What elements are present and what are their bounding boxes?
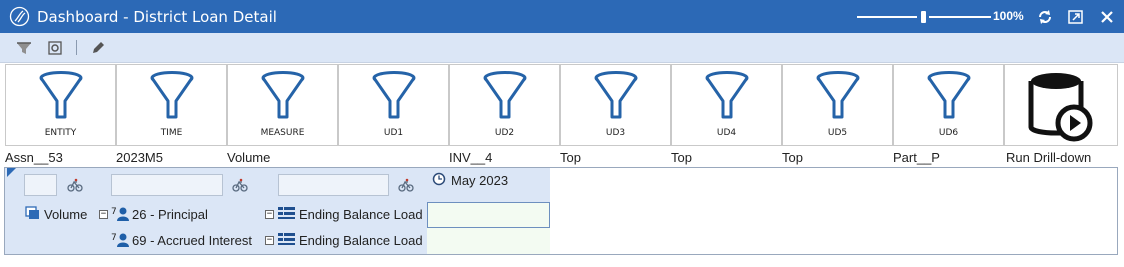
- filter-label: MEASURE: [260, 128, 305, 138]
- entity-column-filter[interactable]: [111, 174, 223, 196]
- filter-bar: ENTITY TIME MEASURE UD1 UD2 UD3 UD4 UD5 …: [5, 64, 1118, 146]
- funnel-icon: [927, 71, 970, 119]
- measure-icon: [25, 206, 39, 219]
- filter-value-measure: Volume: [227, 150, 271, 165]
- filter-value-ud2: INV__4: [449, 150, 493, 165]
- account-icon: [278, 207, 295, 219]
- drill-icon[interactable]: [67, 178, 83, 192]
- measure-column-filter[interactable]: [24, 174, 57, 196]
- drill-icon[interactable]: [232, 178, 248, 192]
- run-drill-down-button[interactable]: [1004, 64, 1118, 146]
- filter-button-ud2[interactable]: UD2: [449, 64, 560, 146]
- row-entity: 69 - Accrued Interest: [132, 233, 252, 248]
- zoom-percentage: 100%: [993, 9, 1024, 23]
- collapse-toggle[interactable]: −: [265, 210, 274, 219]
- filter-value-ud6: Part__P: [893, 150, 940, 165]
- filter-button-entity[interactable]: ENTITY: [5, 64, 116, 146]
- filter-value-entity: Assn__53: [5, 150, 63, 165]
- data-cell[interactable]: [427, 228, 550, 254]
- svg-text:7: 7: [111, 207, 117, 217]
- filter-value-ud4: Top: [671, 150, 692, 165]
- zoom-slider[interactable]: 100%: [857, 0, 1027, 33]
- entity-person-icon: 7: [111, 233, 129, 247]
- filter-button-ud6[interactable]: UD6: [893, 64, 1004, 146]
- row-account: Ending Balance Load: [299, 233, 423, 248]
- run-drill-down-label[interactable]: Run Drill-down: [1006, 150, 1091, 165]
- filter-label: UD1: [383, 128, 404, 138]
- row-entity: 26 - Principal: [132, 207, 208, 222]
- svg-text:7: 7: [111, 233, 117, 243]
- filter-button-ud5[interactable]: UD5: [782, 64, 893, 146]
- funnel-icon: [705, 71, 748, 119]
- funnel-icon: [372, 71, 415, 119]
- filter-button-ud3[interactable]: UD3: [560, 64, 671, 146]
- popout-icon[interactable]: [1067, 8, 1085, 26]
- column-header-period: May 2023: [451, 173, 509, 188]
- grid-corner-marker: [7, 168, 16, 177]
- window-title: Dashboard - District Loan Detail: [37, 8, 277, 26]
- filter-button-ud1[interactable]: UD1: [338, 64, 449, 146]
- data-cell-selected[interactable]: [427, 202, 550, 228]
- app-logo-icon: [9, 6, 30, 27]
- row-measure: Volume: [44, 207, 88, 222]
- account-icon: [278, 233, 295, 245]
- filter-button-measure[interactable]: MEASURE: [227, 64, 338, 146]
- funnel-icon: [816, 71, 859, 119]
- funnel-icon: [261, 71, 304, 119]
- toolbar: [0, 33, 1124, 63]
- entity-person-icon: 7: [111, 207, 129, 221]
- funnel-icon: [150, 71, 193, 119]
- zoom-slider-thumb[interactable]: [921, 11, 926, 23]
- filter-label: TIME: [160, 128, 183, 138]
- database-run-icon: [1028, 73, 1093, 142]
- filter-value-ud3: Top: [560, 150, 581, 165]
- filter-label: UD6: [938, 128, 959, 138]
- close-icon[interactable]: [1098, 8, 1116, 26]
- title-bar: Dashboard - District Loan Detail 100%: [0, 0, 1124, 33]
- filter-label: UD2: [494, 128, 515, 138]
- refresh-icon[interactable]: [1036, 8, 1054, 26]
- funnel-icon: [483, 71, 526, 119]
- collapse-toggle[interactable]: −: [99, 210, 108, 219]
- filter-icon[interactable]: [15, 39, 33, 57]
- filter-button-time[interactable]: TIME: [116, 64, 227, 146]
- funnel-icon: [39, 71, 82, 119]
- funnel-icon: [594, 71, 637, 119]
- filter-values-row: Assn__53 2023M5 Volume INV__4 Top Top To…: [0, 150, 1124, 168]
- filter-label: UD4: [716, 128, 737, 138]
- filter-label: ENTITY: [44, 128, 77, 138]
- edit-icon[interactable]: [89, 39, 107, 57]
- row-account: Ending Balance Load: [299, 207, 423, 222]
- filter-label: UD3: [605, 128, 626, 138]
- clock-icon: [432, 172, 446, 186]
- filter-value-ud5: Top: [782, 150, 803, 165]
- settings-icon[interactable]: [46, 39, 64, 57]
- account-column-filter[interactable]: [278, 174, 389, 196]
- drill-icon[interactable]: [398, 178, 414, 192]
- filter-value-time: 2023M5: [116, 150, 163, 165]
- collapse-toggle[interactable]: −: [265, 236, 274, 245]
- data-grid: May 2023 Volume − 7 26 - Principal − End…: [4, 167, 1118, 255]
- filter-button-ud4[interactable]: UD4: [671, 64, 782, 146]
- toolbar-divider: [76, 40, 77, 55]
- filter-label: UD5: [827, 128, 848, 138]
